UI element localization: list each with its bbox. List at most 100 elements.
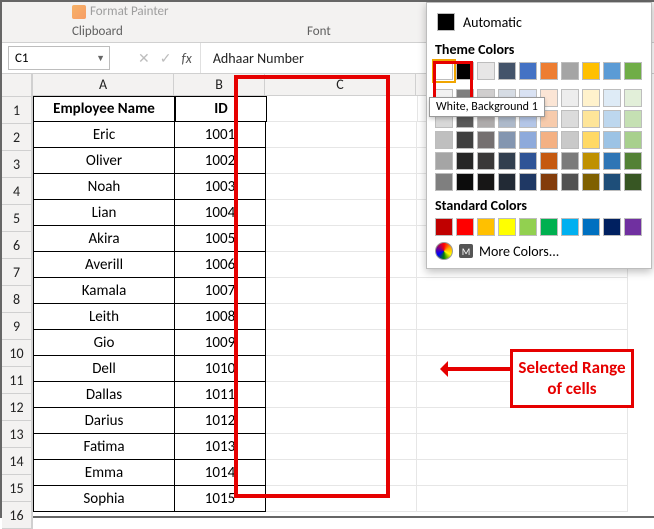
cell[interactable] <box>266 356 417 382</box>
cell[interactable] <box>417 434 628 460</box>
cell[interactable] <box>417 304 628 330</box>
cell[interactable] <box>266 382 417 408</box>
cell[interactable]: Kamala <box>33 278 175 304</box>
color-swatch[interactable] <box>540 173 558 191</box>
cell[interactable]: Oliver <box>33 148 175 174</box>
cell[interactable]: Eric <box>33 122 175 148</box>
cell[interactable] <box>266 304 417 330</box>
row-header[interactable]: 8 <box>2 286 32 313</box>
cell[interactable]: 1012 <box>175 408 266 434</box>
cell[interactable] <box>266 200 417 226</box>
accept-formula-icon[interactable]: ✓ <box>160 50 172 67</box>
color-swatch[interactable] <box>435 173 453 191</box>
name-box[interactable]: C1 ▼ <box>8 46 110 70</box>
cell[interactable] <box>267 96 418 122</box>
color-swatch[interactable] <box>435 152 453 170</box>
cell[interactable]: 1004 <box>175 200 266 226</box>
color-swatch[interactable] <box>561 62 579 80</box>
cell[interactable] <box>266 148 417 174</box>
cell[interactable]: 1014 <box>175 460 266 486</box>
cell[interactable] <box>266 330 417 356</box>
color-swatch[interactable] <box>582 218 600 236</box>
color-swatch[interactable] <box>519 173 537 191</box>
color-swatch[interactable] <box>435 131 453 149</box>
cell[interactable]: Employee Name <box>33 96 175 122</box>
color-swatch[interactable] <box>603 152 621 170</box>
color-swatch[interactable] <box>477 62 495 80</box>
cell[interactable] <box>266 434 417 460</box>
color-swatch[interactable] <box>561 131 579 149</box>
cell[interactable]: Lian <box>33 200 175 226</box>
color-swatch[interactable] <box>561 110 579 128</box>
color-swatch[interactable] <box>498 173 516 191</box>
color-swatch[interactable] <box>519 131 537 149</box>
row-header[interactable]: 1 <box>2 97 32 124</box>
cell[interactable]: 1009 <box>175 330 266 356</box>
color-swatch[interactable] <box>456 152 474 170</box>
col-header-A[interactable]: A <box>33 74 174 96</box>
cell[interactable]: Gio <box>33 330 175 356</box>
cell[interactable]: Darius <box>33 408 175 434</box>
cell[interactable] <box>266 460 417 486</box>
row-header[interactable]: 10 <box>2 340 32 367</box>
col-header-B[interactable]: B <box>174 74 265 96</box>
color-swatch[interactable] <box>561 218 579 236</box>
color-swatch[interactable] <box>456 218 474 236</box>
color-swatch[interactable] <box>456 62 474 80</box>
row-header[interactable]: 13 <box>2 421 32 448</box>
cell[interactable]: Dallas <box>33 382 175 408</box>
cell[interactable] <box>417 408 628 434</box>
cell[interactable]: Averill <box>33 252 175 278</box>
row-header[interactable]: 16 <box>2 502 32 529</box>
cell[interactable]: 1008 <box>175 304 266 330</box>
color-swatch[interactable] <box>603 131 621 149</box>
cell[interactable]: 1015 <box>175 486 266 512</box>
row-header[interactable]: 15 <box>2 475 32 502</box>
color-swatch[interactable] <box>435 62 453 80</box>
cell[interactable]: ID <box>175 96 267 122</box>
more-colors-button[interactable]: M More Colors... <box>435 242 643 260</box>
cell[interactable]: 1013 <box>175 434 266 460</box>
cell[interactable]: 1005 <box>175 226 266 252</box>
color-swatch[interactable] <box>477 131 495 149</box>
row-header[interactable]: 3 <box>2 151 32 178</box>
color-swatch[interactable] <box>540 152 558 170</box>
row-header[interactable]: 9 <box>2 313 32 340</box>
cell[interactable] <box>266 252 417 278</box>
color-swatch[interactable] <box>540 62 558 80</box>
color-swatch[interactable] <box>456 131 474 149</box>
color-swatch[interactable] <box>624 152 642 170</box>
row-header[interactable]: 6 <box>2 232 32 259</box>
cell[interactable]: Akira <box>33 226 175 252</box>
cell[interactable]: Fatima <box>33 434 175 460</box>
color-swatch[interactable] <box>624 110 642 128</box>
cell[interactable] <box>266 408 417 434</box>
color-swatch[interactable] <box>624 62 642 80</box>
color-swatch[interactable] <box>582 89 600 107</box>
cell[interactable] <box>417 486 628 512</box>
color-swatch[interactable] <box>582 152 600 170</box>
cell[interactable]: 1011 <box>175 382 266 408</box>
row-header[interactable]: 5 <box>2 205 32 232</box>
color-swatch[interactable] <box>477 218 495 236</box>
cell[interactable]: Dell <box>33 356 175 382</box>
select-all-corner[interactable] <box>2 74 32 97</box>
col-header-C[interactable]: C <box>265 74 416 96</box>
color-swatch[interactable] <box>498 218 516 236</box>
cell[interactable] <box>266 174 417 200</box>
cell[interactable]: 1007 <box>175 278 266 304</box>
row-header[interactable]: 2 <box>2 124 32 151</box>
cell[interactable] <box>266 122 417 148</box>
cell[interactable] <box>266 486 417 512</box>
color-swatch[interactable] <box>456 173 474 191</box>
color-swatch[interactable] <box>603 218 621 236</box>
cell[interactable] <box>266 226 417 252</box>
cell[interactable]: 1010 <box>175 356 266 382</box>
color-swatch[interactable] <box>498 62 516 80</box>
color-swatch[interactable] <box>540 131 558 149</box>
color-swatch[interactable] <box>561 152 579 170</box>
cell[interactable]: Leith <box>33 304 175 330</box>
color-swatch[interactable] <box>561 173 579 191</box>
color-swatch[interactable] <box>624 89 642 107</box>
color-swatch[interactable] <box>498 131 516 149</box>
